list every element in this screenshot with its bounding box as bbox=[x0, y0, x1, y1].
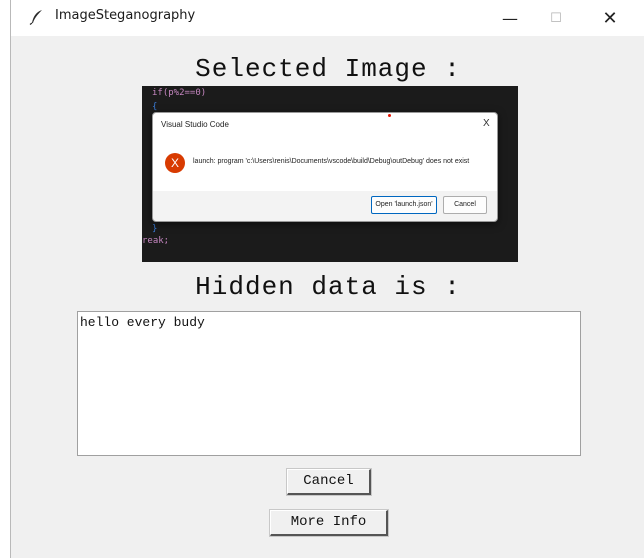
selected-image: if(p%2==0) { } reak; Visual Studio Code … bbox=[142, 86, 518, 262]
window-title: ImageSteganography bbox=[55, 8, 196, 23]
error-icon: X bbox=[165, 153, 185, 173]
cancel-button[interactable]: Cancel bbox=[286, 468, 372, 496]
dialog-open-launch-button: Open 'launch.json' bbox=[371, 196, 437, 214]
code-snippet-bottom: reak; bbox=[142, 236, 170, 246]
more-info-button[interactable]: More Info bbox=[269, 509, 389, 537]
title-bar: ImageSteganography — ☐ ✕ bbox=[11, 0, 644, 36]
minimize-button[interactable]: — bbox=[487, 0, 533, 36]
dialog-close-icon: X bbox=[483, 118, 490, 129]
selected-image-heading: Selected Image : bbox=[195, 54, 461, 84]
hidden-data-textbox[interactable]: hello every budy bbox=[77, 311, 581, 456]
cursor-dot bbox=[388, 114, 391, 117]
code-snippet-top: if(p%2==0) bbox=[152, 88, 207, 98]
hidden-data-heading: Hidden data is : bbox=[195, 272, 461, 302]
close-button[interactable]: ✕ bbox=[587, 0, 633, 36]
error-dialog: Visual Studio Code X X launch: program '… bbox=[152, 112, 498, 222]
app-window: ImageSteganography — ☐ ✕ Selected Image … bbox=[10, 0, 644, 558]
code-brace: { bbox=[152, 102, 158, 112]
code-brace: } bbox=[152, 224, 158, 234]
feather-icon bbox=[29, 10, 42, 25]
dialog-title: Visual Studio Code bbox=[161, 120, 229, 129]
dialog-message: launch: program 'c:\Users\renis\Document… bbox=[193, 158, 470, 165]
maximize-button[interactable]: ☐ bbox=[533, 0, 579, 36]
dialog-cancel-button: Cancel bbox=[443, 196, 487, 214]
